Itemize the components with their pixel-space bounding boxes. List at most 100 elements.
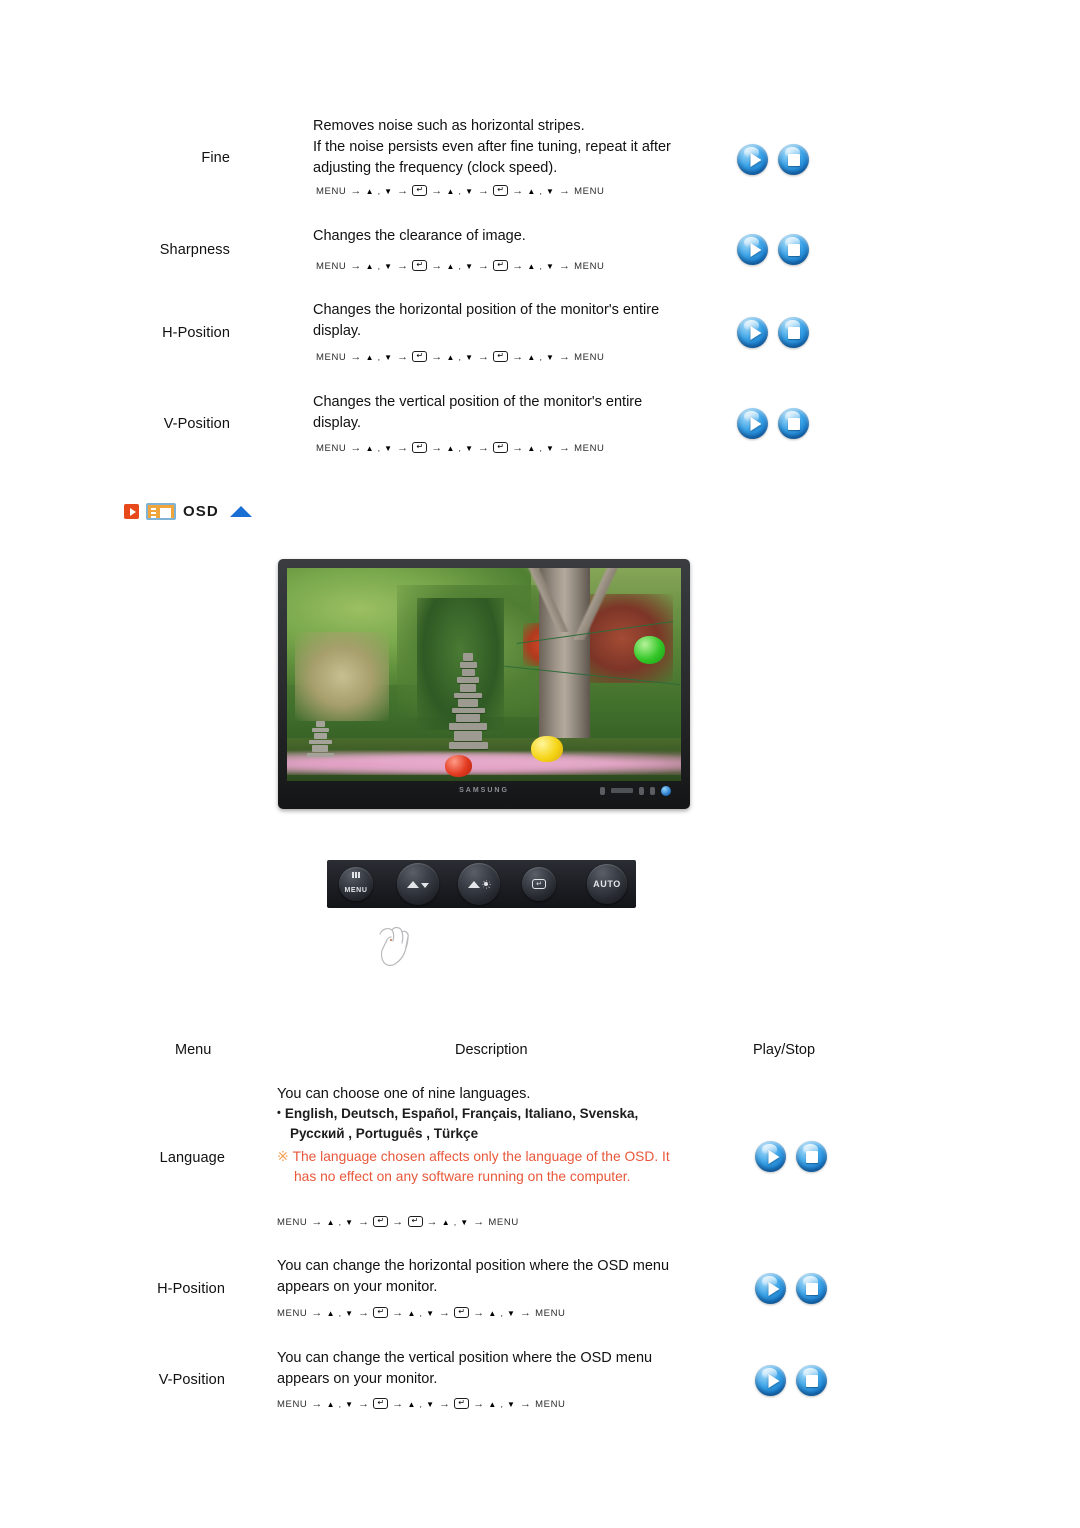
stop-square-icon xyxy=(787,243,800,256)
path-arrow-icon: → xyxy=(426,1216,438,1228)
brightness-button[interactable] xyxy=(458,863,500,905)
bezel-button[interactable] xyxy=(600,786,605,795)
menu-label-h-position-osd: H-Position xyxy=(157,1281,225,1297)
play-button[interactable] xyxy=(755,1273,786,1304)
stop-button[interactable] xyxy=(796,1141,827,1172)
note-line-1: The language chosen affects only the lan… xyxy=(292,1149,670,1164)
stop-button[interactable] xyxy=(796,1273,827,1304)
path-arrow-icon: → xyxy=(478,442,490,454)
play-stop-controls-sharpness xyxy=(737,234,809,265)
screen-panel-icon xyxy=(146,503,176,520)
play-button[interactable] xyxy=(737,317,768,348)
path-updown-icon: ▲ , ▼ xyxy=(326,1399,355,1409)
yellow-lantern xyxy=(531,736,563,762)
path-arrow-icon: → xyxy=(519,1307,532,1319)
stop-square-icon xyxy=(787,326,800,339)
menu-label-sharpness: Sharpness xyxy=(159,242,230,258)
path-menu-word: MENU xyxy=(316,442,347,454)
path-updown-icon: ▲ , ▼ xyxy=(365,352,394,362)
description-line: You can change the vertical position whe… xyxy=(277,1350,653,1366)
description-fine: Removes noise such as horizontal stripes… xyxy=(313,116,733,179)
path-menu-word: MENU xyxy=(574,351,605,363)
menu-path-language: MENU → ▲ , ▼ → ↵ → ↵ → ▲ , ▼ → MENU xyxy=(277,1215,519,1228)
play-stop-controls-language xyxy=(755,1141,827,1172)
path-arrow-icon: → xyxy=(392,1307,404,1319)
menu-label-language: Language xyxy=(159,1150,225,1166)
description-line: Changes the horizontal position of the m… xyxy=(313,302,660,318)
bezel-button[interactable] xyxy=(639,786,644,795)
enter-key-icon: ↵ xyxy=(407,1215,423,1227)
path-arrow-icon: → xyxy=(512,260,524,272)
enter-button[interactable]: ↵ xyxy=(522,867,556,901)
bezel-rocker[interactable] xyxy=(611,788,633,793)
menu-path-v-position-image: MENU → ▲ , ▼ → ↵ → ▲ , ▼ → ↵ → ▲ , ▼ → M… xyxy=(316,441,605,454)
path-menu-word: MENU xyxy=(277,1398,308,1410)
stop-button[interactable] xyxy=(778,144,809,175)
stop-square-icon xyxy=(805,1150,818,1163)
description-language: You can choose one of nine languages. xyxy=(277,1084,717,1105)
play-button[interactable] xyxy=(737,144,768,175)
enter-key-icon: ↵ xyxy=(493,184,509,196)
enter-key-icon: ↵ xyxy=(412,350,428,362)
path-updown-icon: ▲ , ▼ xyxy=(365,186,394,196)
stone-pagoda xyxy=(448,653,488,764)
play-button[interactable] xyxy=(737,408,768,439)
column-header-description: Description xyxy=(455,1042,528,1058)
bezel-button[interactable] xyxy=(650,786,655,795)
path-arrow-icon: → xyxy=(473,1398,485,1410)
play-stop-controls-h-position-osd xyxy=(755,1273,827,1304)
stop-button[interactable] xyxy=(778,317,809,348)
menu-bars-icon xyxy=(344,872,367,878)
language-options-list: • English, Deutsch, Español, Français, It… xyxy=(277,1104,717,1143)
path-arrow-icon: → xyxy=(358,1216,370,1228)
power-led-icon[interactable] xyxy=(661,785,671,796)
stop-square-icon xyxy=(805,1374,818,1387)
description-line: Changes the clearance of image. xyxy=(313,228,526,244)
path-arrow-icon: → xyxy=(397,185,409,197)
path-arrow-icon: → xyxy=(473,1307,485,1319)
play-triangle-icon xyxy=(768,1281,779,1296)
play-stop-controls-v-position-image xyxy=(737,408,809,439)
path-arrow-icon: → xyxy=(558,442,571,454)
description-v-position-osd: You can change the vertical position whe… xyxy=(277,1348,717,1390)
path-menu-word: MENU xyxy=(574,260,605,272)
blue-up-triangle-icon[interactable] xyxy=(229,506,252,517)
play-button[interactable] xyxy=(755,1365,786,1396)
monitor-bezel-controls xyxy=(600,785,671,796)
path-arrow-icon: → xyxy=(439,1307,451,1319)
path-arrow-icon: → xyxy=(431,185,443,197)
monitor-illustration: SAMSUNG xyxy=(278,559,690,809)
auto-button[interactable]: AUTO xyxy=(587,864,627,904)
bullet-icon: • xyxy=(277,1107,281,1119)
stop-button[interactable] xyxy=(778,408,809,439)
play-triangle-icon xyxy=(750,242,761,257)
path-arrow-icon: → xyxy=(558,351,571,363)
menu-button[interactable]: MENU xyxy=(339,867,373,901)
path-updown-icon: ▲ , ▼ xyxy=(527,261,555,271)
language-line-2: Русский , Português , Türkçe xyxy=(290,1125,479,1141)
play-button[interactable] xyxy=(737,234,768,265)
play-triangle-icon xyxy=(768,1373,779,1388)
path-updown-icon: ▲ , ▼ xyxy=(488,1308,516,1318)
language-line-1: • English, Deutsch, Español, Français, It… xyxy=(277,1106,639,1121)
stop-button[interactable] xyxy=(796,1365,827,1396)
menu-label-v-position-osd: V-Position xyxy=(158,1372,225,1388)
stop-button[interactable] xyxy=(778,234,809,265)
path-updown-icon: ▲ , ▼ xyxy=(446,443,475,453)
down-adjust-button[interactable] xyxy=(397,863,439,905)
menu-path-h-position-image: MENU → ▲ , ▼ → ↵ → ▲ , ▼ → ↵ → ▲ , ▼ → M… xyxy=(316,350,605,363)
menu-path-fine: MENU → ▲ , ▼ → ↵ → ▲ , ▼ → ↵ → ▲ , ▼ → M… xyxy=(316,184,605,197)
play-button[interactable] xyxy=(755,1141,786,1172)
menu-path-h-position-osd: MENU → ▲ , ▼ → ↵ → ▲ , ▼ → ↵ → ▲ , ▼ → M… xyxy=(277,1306,566,1319)
path-arrow-icon: → xyxy=(512,442,524,454)
enter-key-icon: ↵ xyxy=(454,1306,470,1318)
path-arrow-icon: → xyxy=(519,1398,532,1410)
menu-label-h-position-image: H-Position xyxy=(162,325,230,341)
green-lantern xyxy=(633,636,666,664)
path-arrow-icon: → xyxy=(350,260,362,272)
enter-key-icon: ↵ xyxy=(532,879,546,889)
monitor-screen-photo xyxy=(287,568,681,781)
enter-key-icon: ↵ xyxy=(454,1397,470,1409)
path-updown-icon: ▲ , ▼ xyxy=(326,1308,355,1318)
menu-path-sharpness: MENU → ▲ , ▼ → ↵ → ▲ , ▼ → ↵ → ▲ , ▼ → M… xyxy=(316,259,605,272)
